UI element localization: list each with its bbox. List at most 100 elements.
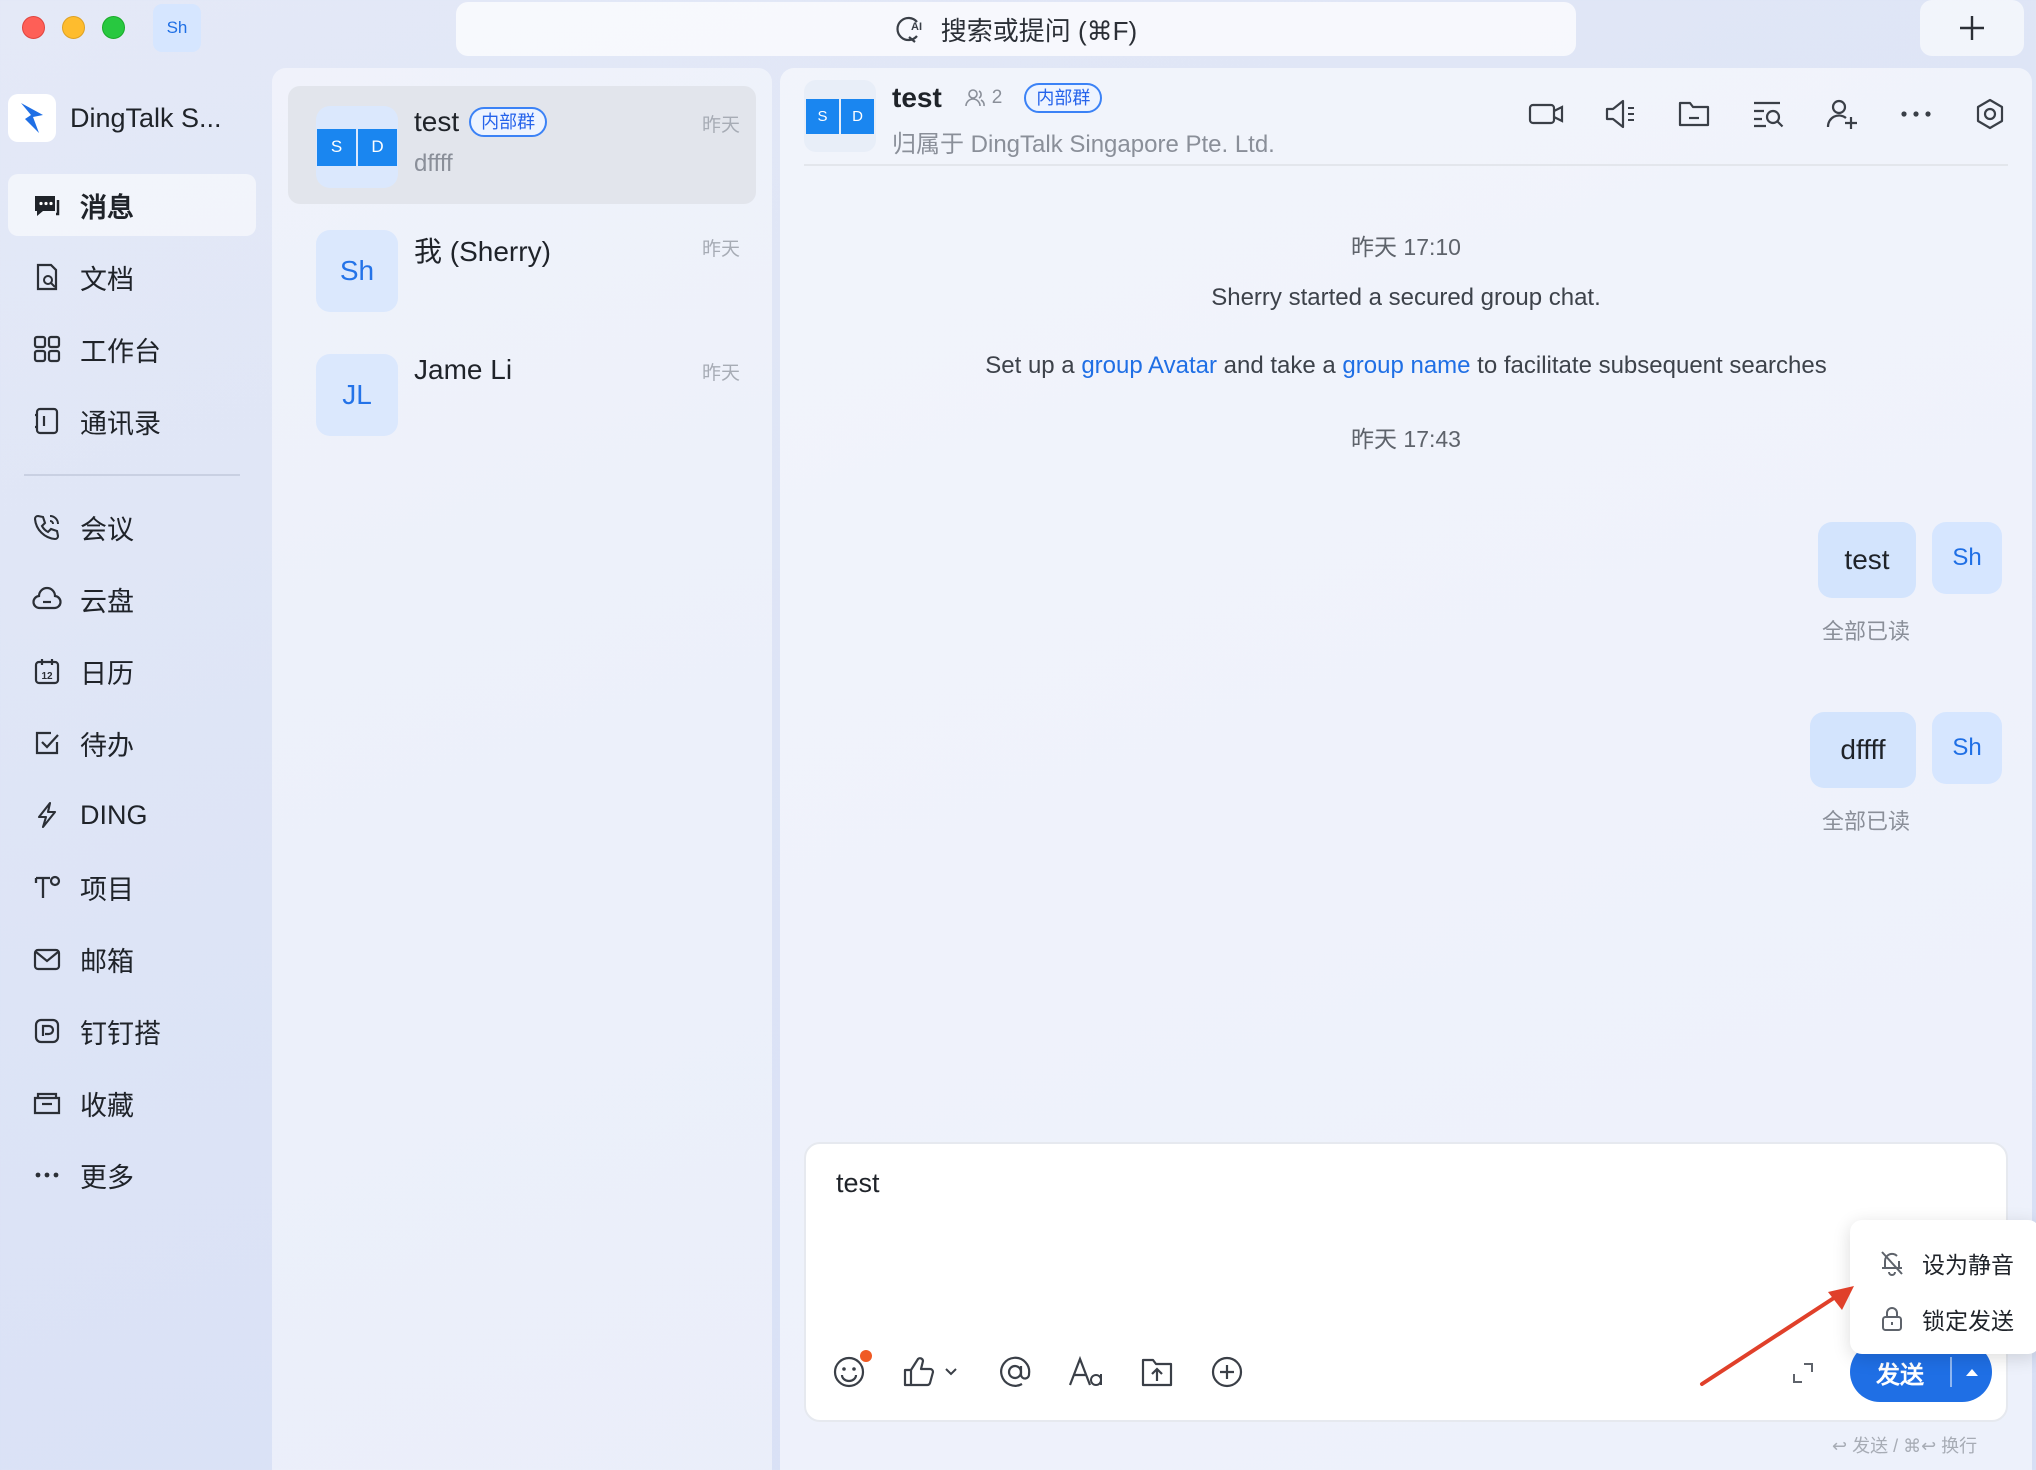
sidebar-item-favorites[interactable]: 收藏 [8,1072,256,1134]
menu-item-mute[interactable]: 设为静音 [1878,1246,2014,1280]
sidebar-item-label: 更多 [80,1162,134,1193]
conversation-item-jame-li[interactable]: JL Jame Li 昨天 [288,334,756,452]
message-icon [30,188,64,222]
chat-group-avatar[interactable]: S D [804,80,876,152]
sidebar-item-meeting[interactable]: 会议 [8,496,256,558]
read-status[interactable]: 全部已读 [1822,614,1910,646]
org-switcher[interactable]: DingTalk S... [8,92,222,144]
sidebar-item-todo[interactable]: 待办 [8,712,256,774]
internal-group-badge: 内部群 [469,107,548,137]
bell-off-icon [1881,1251,1903,1276]
chat-subtitle: 归属于 DingTalk Singapore Pte. Ltd. [892,131,1275,158]
conversation-preview: dffff [414,150,453,177]
send-shortcut-hint: ↩ 发送 / ⌘↩ 换行 [1832,1436,1978,1456]
lightning-icon [30,798,64,832]
sidebar-item-label: 消息 [80,192,134,223]
avatar[interactable]: Sh [1932,712,2002,784]
sidebar-item-label: 日历 [80,658,134,689]
internal-group-badge: 内部群 [1024,83,1103,113]
menu-item-lock-send[interactable]: 锁定发送 [1878,1302,2014,1336]
sidebar-item-messages[interactable]: 消息 [8,174,256,236]
upload-file-icon[interactable] [1140,1354,1174,1390]
chat-title: test [892,82,942,113]
thumbs-up-icon[interactable] [902,1354,962,1390]
group-name-link[interactable]: group name [1342,352,1470,379]
more-icon[interactable] [1898,96,1934,132]
sidebar-item-mail[interactable]: 邮箱 [8,928,256,990]
sidebar-item-workbench[interactable]: 工作台 [8,318,256,380]
add-member-icon[interactable] [1824,96,1860,132]
folder-icon[interactable] [1676,96,1712,132]
svg-text:12: 12 [41,671,53,682]
read-status[interactable]: 全部已读 [1822,804,1910,836]
user-avatar[interactable]: Sh [153,4,201,52]
message-bubble[interactable]: dffff [1810,712,1916,788]
sidebar-item-label: 通讯录 [80,408,161,439]
mail-icon [30,942,64,976]
sidebar-item-project[interactable]: 项目 [8,856,256,918]
sidebar-item-label: DING [80,799,148,830]
conversation-time: 昨天 [701,363,740,384]
sidebar-item-calendar[interactable]: 12 日历 [8,640,256,702]
conversation-time: 昨天 [701,115,740,136]
conversation-title: 我 (Sherry) [414,236,551,267]
calendar-icon: 12 [30,654,64,688]
sidebar-item-label: 会议 [80,514,134,545]
dingtalk-logo-icon [8,94,56,142]
sidebar-item-docs[interactable]: 文档 [8,246,256,308]
builder-icon [30,1014,64,1048]
add-circle-icon[interactable] [1210,1354,1244,1390]
video-call-icon[interactable] [1528,96,1564,132]
group-avatar: S D [316,106,398,188]
close-window-button[interactable] [22,16,45,39]
message-bubble[interactable]: test [1818,522,1916,598]
sidebar-item-label: 收藏 [80,1090,134,1121]
svg-text:AI: AI [911,21,922,33]
send-label: 发送 [1876,1361,1924,1389]
document-icon [30,260,64,294]
font-format-icon[interactable] [1068,1354,1104,1390]
sidebar-item-contacts[interactable]: 通讯录 [8,390,256,452]
settings-icon[interactable] [1972,96,2008,132]
search-placeholder: 搜索或提问 (⌘F) [940,15,1138,46]
conversation-item-sherry[interactable]: Sh 我 (Sherry) 昨天 [288,210,756,328]
minimize-window-button[interactable] [62,16,85,39]
sidebar-item-cloud[interactable]: 云盘 [8,568,256,630]
timestamp: 昨天 17:43 [1351,426,1461,452]
timestamp: 昨天 17:10 [1351,234,1461,260]
sidebar-item-builder[interactable]: 钉钉搭 [8,1000,256,1062]
caret-up-icon[interactable] [1952,1366,1992,1378]
favorites-folder-icon [30,1086,64,1120]
group-avatar-link[interactable]: group Avatar [1081,352,1217,379]
sidebar-divider [24,474,240,476]
conversation-item-test[interactable]: S D test 内部群 dffff 昨天 [288,86,756,204]
sidebar-item-label: 云盘 [80,586,134,617]
new-chat-button[interactable] [1920,0,2024,56]
workbench-grid-icon [30,332,64,366]
contacts-icon [30,404,64,438]
mention-icon[interactable] [998,1354,1032,1390]
phone-icon [30,510,64,544]
avatar: JL [316,354,398,436]
sidebar-item-ding[interactable]: DING [8,784,256,846]
send-options-menu: 设为静音 锁定发送 [1850,1220,2036,1354]
sidebar-item-label: 待办 [80,730,134,761]
maximize-window-button[interactable] [102,16,125,39]
announcement-icon[interactable] [1602,96,1638,132]
sidebar-item-more[interactable]: 更多 [8,1144,256,1206]
avatar[interactable]: Sh [1932,522,2002,594]
search-history-icon[interactable] [1750,96,1786,132]
lock-icon [1882,1307,1902,1331]
system-message: Sherry started a secured group chat. [1211,284,1601,311]
avatar: Sh [316,230,398,312]
sidebar-item-label: 文档 [80,264,134,295]
sidebar-item-label: 钉钉搭 [80,1018,161,1049]
plus-icon [1960,16,1984,40]
message-input-text[interactable]: test [836,1168,880,1199]
member-count[interactable]: 2 [964,87,1002,109]
composer-toolbar [832,1354,1244,1390]
chat-header-toolbar [1528,96,2008,132]
search-input[interactable]: AI 搜索或提问 (⌘F) [456,2,1576,56]
conversation-title: Jame Li [414,354,513,385]
todo-check-icon [30,726,64,760]
